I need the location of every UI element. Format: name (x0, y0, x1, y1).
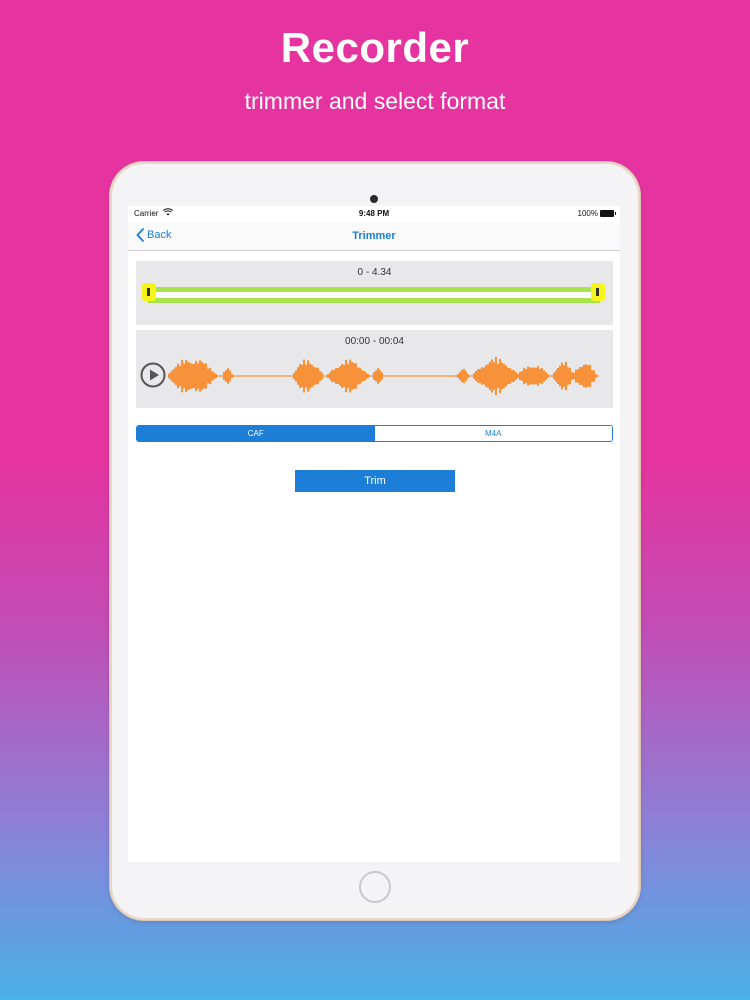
status-bar: Carrier 9:48 PM 100% (128, 206, 620, 222)
trim-range-panel: 0 - 4.34 (136, 261, 613, 325)
play-icon[interactable] (140, 362, 166, 388)
promo-subtitle: trimmer and select format (244, 88, 506, 114)
app-screen: Carrier 9:48 PM 100% Back Trimmer 0 - 4.… (128, 206, 620, 862)
format-option-caf[interactable]: CAF (137, 426, 375, 441)
nav-title: Trimmer (352, 230, 396, 242)
waveform-panel: 00:00 - 00:04 (136, 330, 613, 408)
format-selector: CAF M4A (136, 425, 613, 442)
status-time: 9:48 PM (358, 209, 390, 218)
battery-percentage: 100% (577, 209, 598, 218)
trim-end-handle[interactable] (591, 283, 605, 301)
home-button[interactable] (359, 871, 391, 903)
trim-range-track[interactable] (148, 287, 600, 303)
front-camera (370, 195, 378, 203)
battery-icon (600, 210, 616, 217)
navigation-bar: Back Trimmer (128, 222, 620, 251)
audio-waveform[interactable] (168, 356, 608, 396)
trim-start-handle[interactable] (142, 283, 156, 301)
waveform-shape (168, 357, 599, 395)
trim-button[interactable]: Trim (295, 470, 455, 492)
format-option-m4a[interactable]: M4A (374, 426, 612, 441)
promo-title: Recorder (280, 24, 470, 71)
trim-range-label: 0 - 4.34 (357, 267, 392, 278)
time-range-label: 00:00 - 00:04 (345, 336, 404, 347)
